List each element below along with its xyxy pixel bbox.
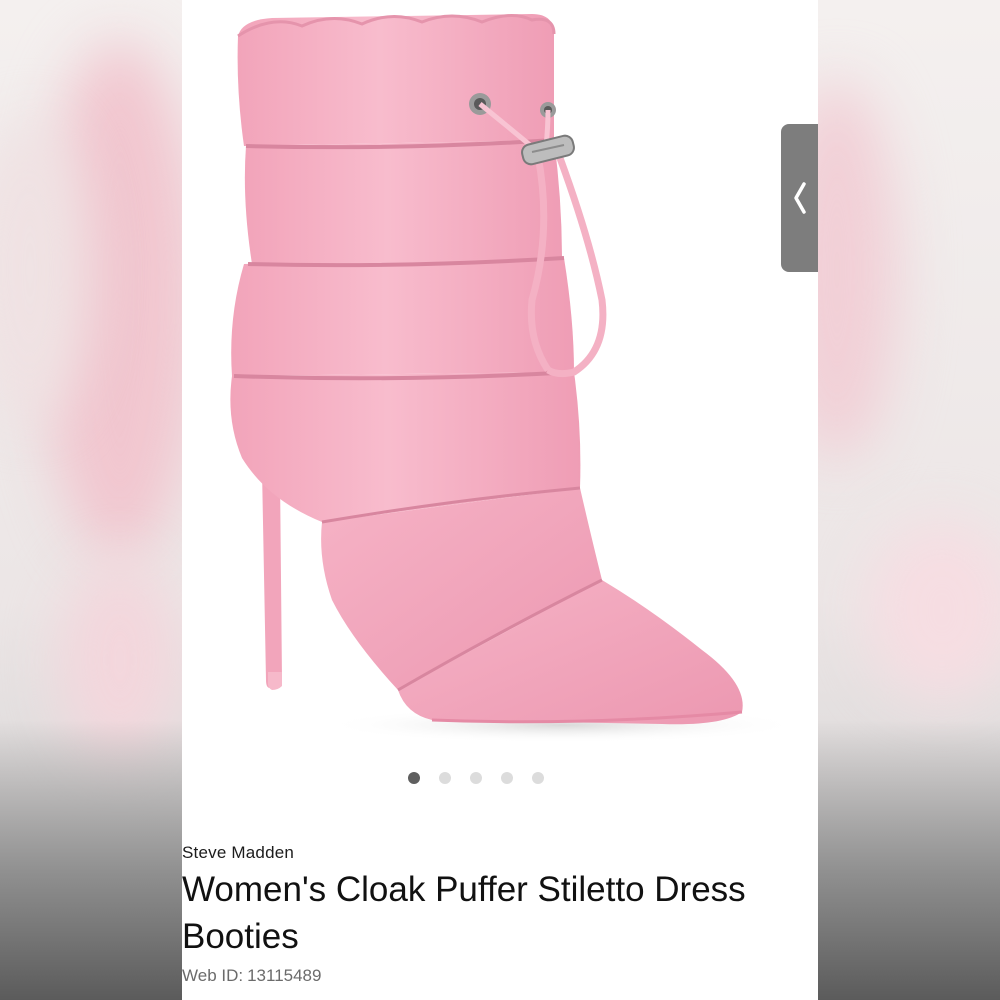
carousel-dot[interactable] [501,772,513,784]
carousel-dot[interactable] [470,772,482,784]
blurred-background-right [817,0,1000,1000]
web-id-value: 13115489 [247,966,322,985]
carousel-pagination [408,772,544,784]
chevron-left-icon [793,182,806,214]
blurred-background-left [0,0,182,1000]
side-drawer-tab[interactable] [781,124,818,272]
brand-name[interactable]: Steve Madden [182,843,294,863]
pink-puffer-bootie-illustration [230,14,802,743]
product-title: Women's Cloak Puffer Stiletto Dress Boot… [182,870,746,956]
web-id: Web ID: 13115489 [182,966,325,986]
carousel-dot[interactable] [532,772,544,784]
carousel-dot[interactable] [439,772,451,784]
web-id-label: Web ID: [182,966,244,985]
product-image[interactable] [182,0,818,760]
screenshot-canvas: Steve Madden Women's Cloak Puffer Stilet… [0,0,1000,1000]
carousel-dot-active[interactable] [408,772,420,784]
product-card: Steve Madden Women's Cloak Puffer Stilet… [182,0,818,1000]
